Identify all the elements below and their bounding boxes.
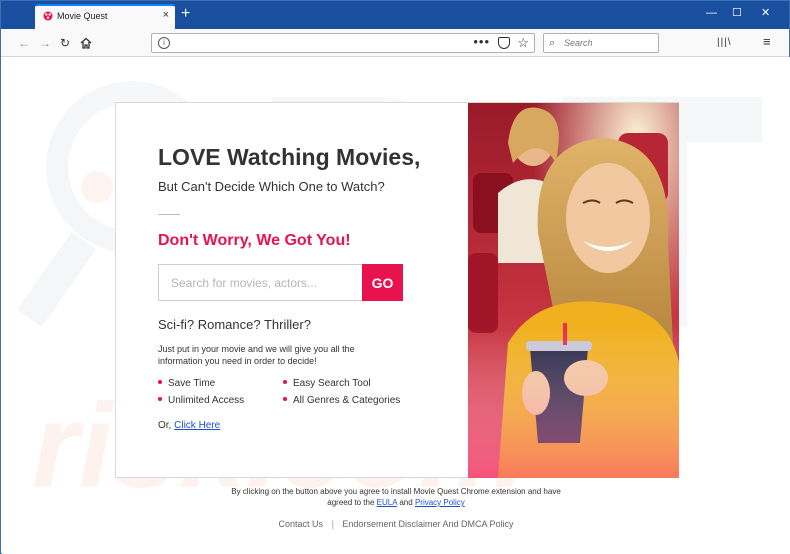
home-icon[interactable] <box>79 36 93 50</box>
movie-quest-favicon-icon <box>43 11 53 21</box>
bullet-icon <box>283 397 287 402</box>
privacy-policy-link[interactable]: Privacy Policy <box>415 498 465 507</box>
info-icon[interactable]: i <box>158 37 170 49</box>
bullet-icon <box>283 380 287 385</box>
feature-item: Unlimited Access <box>158 395 244 406</box>
landing-card: LOVE Watching Movies, But Can't Decide W… <box>115 102 679 478</box>
minimize-button[interactable]: — <box>706 7 717 19</box>
navigation-toolbar: ← → ↻ i ••• ☆ ⌕ Search |||\ ≡ <box>1 29 789 57</box>
browser-window: Movie Quest × + — ☐ ✕ ← → ↻ i ••• ☆ ⌕ Se… <box>0 0 790 554</box>
divider <box>158 214 180 215</box>
new-tab-button[interactable]: + <box>181 5 190 23</box>
forward-arrow-icon[interactable]: → <box>38 36 52 50</box>
contact-us-link[interactable]: Contact Us <box>279 519 324 529</box>
description: Just put in your movie and we will give … <box>158 344 355 366</box>
url-bar[interactable]: i ••• ☆ <box>151 33 535 53</box>
library-icon[interactable]: |||\ <box>717 37 732 48</box>
eula-link[interactable]: EULA <box>377 498 397 507</box>
bullet-icon <box>158 380 162 385</box>
go-button[interactable]: GO <box>362 264 403 301</box>
subheadline: But Can't Decide Which One to Watch? <box>158 179 385 194</box>
genres-heading: Sci-fi? Romance? Thriller? <box>158 317 311 332</box>
bookmark-star-icon[interactable]: ☆ <box>517 35 529 51</box>
page-content: risk.com LOVE Watching Movies, But Can't… <box>2 57 790 554</box>
feature-item: All Genres & Categories <box>283 395 400 406</box>
reload-icon[interactable]: ↻ <box>58 36 72 50</box>
tagline: Don't Worry, We Got You! <box>158 232 351 249</box>
search-bar[interactable]: ⌕ Search <box>543 33 659 53</box>
search-icon: ⌕ <box>549 37 556 49</box>
hero-photo <box>468 103 679 478</box>
movie-search-form: GO <box>158 264 403 302</box>
alternative-link-line: Or, Click Here <box>158 420 221 431</box>
movie-search-input[interactable] <box>158 264 363 301</box>
click-here-link[interactable]: Click Here <box>174 420 220 431</box>
bullet-icon <box>158 397 162 402</box>
close-window-button[interactable]: ✕ <box>761 7 770 19</box>
feature-item: Easy Search Tool <box>283 378 371 389</box>
dmca-policy-link[interactable]: Endorsement Disclaimer And DMCA Policy <box>342 519 513 529</box>
search-placeholder: Search <box>564 38 593 48</box>
feature-item: Save Time <box>158 378 215 389</box>
install-disclaimer: By clicking on the button above you agre… <box>231 487 561 507</box>
page-actions-icon[interactable]: ••• <box>473 34 490 49</box>
hamburger-menu-icon[interactable]: ≡ <box>763 35 771 48</box>
tab-close-icon[interactable]: × <box>163 9 169 21</box>
pocket-icon[interactable] <box>498 37 510 49</box>
maximize-button[interactable]: ☐ <box>732 7 742 19</box>
back-arrow-icon[interactable]: ← <box>17 36 31 50</box>
footer-separator: | <box>331 519 334 529</box>
footer: Contact Us | Endorsement Disclaimer And … <box>2 519 790 529</box>
headline: LOVE Watching Movies, <box>158 144 421 170</box>
browser-tab[interactable]: Movie Quest × <box>35 4 175 29</box>
title-bar: Movie Quest × + — ☐ ✕ <box>1 1 789 29</box>
tab-title: Movie Quest <box>57 11 108 21</box>
